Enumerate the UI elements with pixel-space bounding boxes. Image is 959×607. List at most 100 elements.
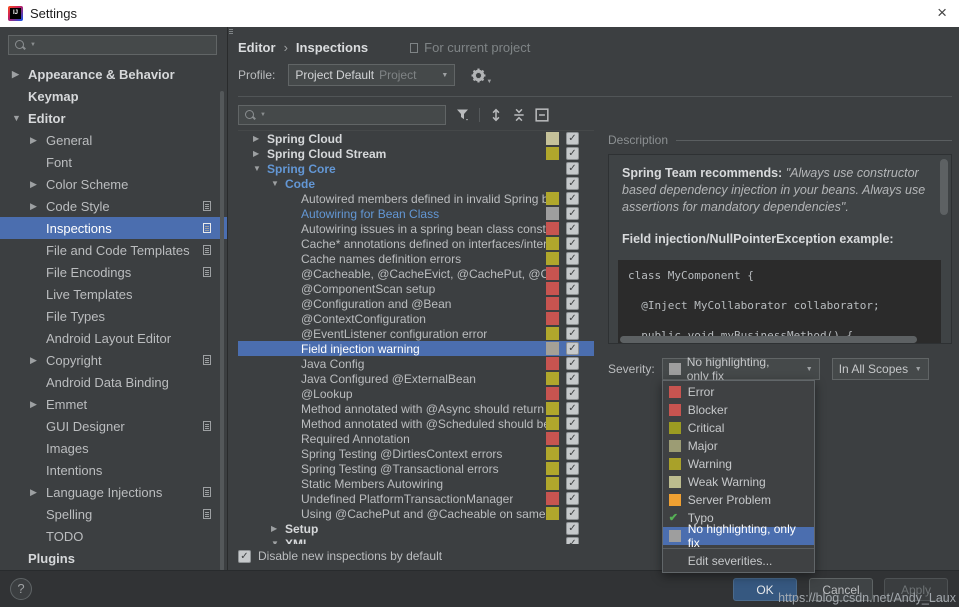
inspection-checkbox[interactable]: ✓ [566, 507, 579, 520]
inspection-row-static-members-autowiring[interactable]: Static Members Autowiring✓ [238, 476, 594, 491]
inspection-checkbox[interactable]: ✓ [566, 342, 579, 355]
sidebar-item-todo[interactable]: TODO [0, 525, 227, 547]
sidebar-item-emmet[interactable]: ▶Emmet [0, 393, 227, 415]
inspection-checkbox[interactable]: ✓ [566, 162, 579, 175]
severity-option-error[interactable]: Error [663, 383, 814, 401]
inspection-checkbox[interactable]: ✓ [566, 252, 579, 265]
inspection-checkbox[interactable]: ✓ [566, 387, 579, 400]
sidebar-item-general[interactable]: ▶General [0, 129, 227, 151]
profile-actions-button[interactable]: ▼ [471, 68, 486, 83]
inspection-checkbox[interactable]: ✓ [566, 147, 579, 160]
inspection-row-contextconfiguration[interactable]: @ContextConfiguration✓ [238, 311, 594, 326]
inspection-row-method-annotated-with-async-should-return[interactable]: Method annotated with @Async should retu… [238, 401, 594, 416]
sidebar-item-inspections[interactable]: Inspections [0, 217, 227, 239]
severity-option-warning[interactable]: Warning [663, 455, 814, 473]
inspection-row-configuration-and-bean[interactable]: @Configuration and @Bean✓ [238, 296, 594, 311]
filter-button[interactable] [456, 108, 470, 122]
sidebar-item-font[interactable]: Font [0, 151, 227, 173]
severity-option-weak-warning[interactable]: Weak Warning [663, 473, 814, 491]
inspection-checkbox[interactable]: ✓ [566, 357, 579, 370]
close-icon[interactable]: × [937, 2, 947, 24]
apply-button[interactable]: Apply [884, 578, 948, 601]
sidebar-item-spelling[interactable]: Spelling [0, 503, 227, 525]
inspection-checkbox[interactable]: ✓ [566, 417, 579, 430]
inspection-row-cacheable-cacheevict-cacheput-cach[interactable]: @Cacheable, @CacheEvict, @CachePut, @Cac… [238, 266, 594, 281]
inspection-row-spring-cloud[interactable]: ▶Spring Cloud✓ [238, 131, 594, 146]
inspection-row-cache-annotations-defined-on-interfaces-interl[interactable]: Cache* annotations defined on interfaces… [238, 236, 594, 251]
reset-inspection-button[interactable] [535, 108, 549, 122]
inspection-checkbox[interactable]: ✓ [566, 207, 579, 220]
inspection-row-spring-testing-transactional-errors[interactable]: Spring Testing @Transactional errors✓ [238, 461, 594, 476]
tree-right-arrow-icon[interactable]: ▶ [253, 149, 267, 158]
description-scrollbar[interactable] [940, 159, 948, 215]
inspection-row-java-configured-externalbean[interactable]: Java Configured @ExternalBean✓ [238, 371, 594, 386]
sidebar-item-keymap[interactable]: Keymap [0, 85, 227, 107]
inspection-checkbox[interactable]: ✓ [566, 477, 579, 490]
tree-down-arrow-icon[interactable]: ▼ [253, 164, 267, 173]
inspection-row-spring-core[interactable]: ▼Spring Core✓ [238, 161, 594, 176]
sidebar-search[interactable]: ▼ [8, 35, 217, 55]
severity-option-major[interactable]: Major [663, 437, 814, 455]
help-button[interactable]: ? [10, 578, 32, 600]
sidebar-item-plugins[interactable]: Plugins [0, 547, 227, 569]
inspection-checkbox[interactable]: ✓ [566, 522, 579, 535]
inspection-checkbox[interactable]: ✓ [566, 192, 579, 205]
profile-dropdown[interactable]: Project Default Project ▼ [288, 64, 455, 86]
inspection-row-setup[interactable]: ▶Setup✓ [238, 521, 594, 536]
inspection-row-method-annotated-with-scheduled-should-be[interactable]: Method annotated with @Scheduled should … [238, 416, 594, 431]
inspection-row-eventlistener-configuration-error[interactable]: @EventListener configuration error✓ [238, 326, 594, 341]
sidebar-scrollbar[interactable] [220, 91, 224, 570]
inspection-row-code[interactable]: ▼Code✓ [238, 176, 594, 191]
tree-down-arrow-icon[interactable]: ▼ [271, 539, 285, 544]
sidebar-item-file-and-code-templates[interactable]: File and Code Templates [0, 239, 227, 261]
collapse-all-button[interactable] [512, 108, 526, 122]
inspection-row-spring-testing-dirtiescontext-errors[interactable]: Spring Testing @DirtiesContext errors✓ [238, 446, 594, 461]
tree-right-arrow-icon[interactable]: ▶ [271, 524, 285, 533]
inspection-row-using-cacheput-and-cacheable-on-same-me[interactable]: Using @CachePut and @Cacheable on same m… [238, 506, 594, 521]
sidebar-item-file-encodings[interactable]: File Encodings [0, 261, 227, 283]
inspection-row-autowiring-issues-in-a-spring-bean-class-constru[interactable]: Autowiring issues in a spring bean class… [238, 221, 594, 236]
inspection-row-autowiring-for-bean-class[interactable]: Autowiring for Bean Class✓ [238, 206, 594, 221]
severity-option-blocker[interactable]: Blocker [663, 401, 814, 419]
severity-option-edit-severities[interactable]: Edit severities... [663, 552, 814, 570]
sidebar-item-code-style[interactable]: ▶Code Style [0, 195, 227, 217]
severity-option-no-highlighting-only-fix[interactable]: No highlighting, only fix [663, 527, 814, 545]
sidebar-item-editor[interactable]: ▼Editor [0, 107, 227, 129]
sidebar-item-android-layout-editor[interactable]: Android Layout Editor [0, 327, 227, 349]
inspection-checkbox[interactable]: ✓ [566, 267, 579, 280]
inspection-row-field-injection-warning[interactable]: Field injection warning✓ [238, 341, 594, 356]
inspections-search-input[interactable] [270, 108, 440, 122]
inspection-checkbox[interactable]: ✓ [566, 132, 579, 145]
inspection-checkbox[interactable]: ✓ [566, 492, 579, 505]
sidebar-item-gui-designer[interactable]: GUI Designer [0, 415, 227, 437]
sidebar-search-input[interactable] [40, 38, 211, 52]
inspection-row-java-config[interactable]: Java Config✓ [238, 356, 594, 371]
inspections-search[interactable]: ▼ [238, 105, 446, 125]
inspection-checkbox[interactable]: ✓ [566, 327, 579, 340]
sidebar-item-color-scheme[interactable]: ▶Color Scheme [0, 173, 227, 195]
sidebar-item-appearance-behavior[interactable]: ▶Appearance & Behavior [0, 63, 227, 85]
sidebar-item-copyright[interactable]: ▶Copyright [0, 349, 227, 371]
inspection-checkbox[interactable]: ✓ [566, 372, 579, 385]
sidebar-item-live-templates[interactable]: Live Templates [0, 283, 227, 305]
sidebar-item-file-types[interactable]: File Types [0, 305, 227, 327]
expand-all-button[interactable] [489, 108, 503, 122]
inspection-row-undefined-platformtransactionmanager[interactable]: Undefined PlatformTransactionManager✓ [238, 491, 594, 506]
disable-new-inspections-checkbox[interactable]: ✓ [238, 550, 251, 563]
code-horizontal-scrollbar[interactable] [620, 336, 917, 343]
scope-dropdown[interactable]: In All Scopes ▼ [832, 358, 929, 380]
cancel-button[interactable]: Cancel [809, 578, 873, 601]
inspection-row-spring-cloud-stream[interactable]: ▶Spring Cloud Stream✓ [238, 146, 594, 161]
inspection-checkbox[interactable]: ✓ [566, 402, 579, 415]
inspection-checkbox[interactable]: ✓ [566, 312, 579, 325]
inspection-row-autowired-members-defined-in-invalid-spring-b[interactable]: Autowired members defined in invalid Spr… [238, 191, 594, 206]
breadcrumb-editor[interactable]: Editor [238, 40, 276, 55]
tree-right-arrow-icon[interactable]: ▶ [253, 134, 267, 143]
inspection-row-componentscan-setup[interactable]: @ComponentScan setup✓ [238, 281, 594, 296]
inspection-checkbox[interactable]: ✓ [566, 297, 579, 310]
severity-option-server-problem[interactable]: Server Problem [663, 491, 814, 509]
inspection-row-cache-names-definition-errors[interactable]: Cache names definition errors✓ [238, 251, 594, 266]
inspection-checkbox[interactable]: ✓ [566, 447, 579, 460]
sidebar-item-android-data-binding[interactable]: Android Data Binding [0, 371, 227, 393]
ok-button[interactable]: OK [733, 578, 797, 601]
